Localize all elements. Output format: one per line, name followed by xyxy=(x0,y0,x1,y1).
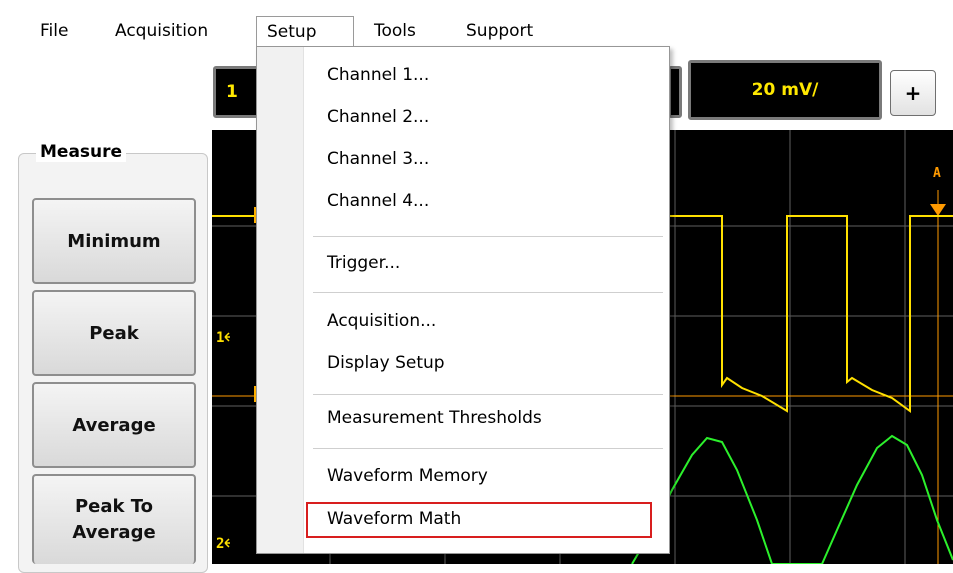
menu-separator xyxy=(313,394,663,396)
measure-panel-title: Measure xyxy=(36,142,127,162)
menu-setup[interactable]: Setup xyxy=(256,16,354,46)
menu-item-channel-4[interactable]: Channel 4... xyxy=(327,191,429,211)
measure-average-button[interactable]: Average xyxy=(32,382,196,468)
channel2-arrow-icon xyxy=(224,538,230,548)
trigger-marker-icon xyxy=(930,204,946,216)
vertical-scale-display[interactable]: 20 mV/ xyxy=(688,60,882,120)
measure-average-label: Average xyxy=(72,414,156,436)
menu-item-waveform-memory[interactable]: Waveform Memory xyxy=(327,466,488,486)
menu-separator xyxy=(313,292,663,294)
menu-separator xyxy=(313,236,663,238)
menu-separator xyxy=(313,448,663,450)
measure-peak-button[interactable]: Peak xyxy=(32,290,196,376)
menu-item-display-setup[interactable]: Display Setup xyxy=(327,353,445,373)
menu-item-channel-2[interactable]: Channel 2... xyxy=(327,107,429,127)
measure-peak-to-average-button[interactable]: Peak To Average xyxy=(32,474,196,564)
increase-scale-button[interactable]: + xyxy=(890,70,936,116)
channel1-arrow-icon xyxy=(224,332,230,342)
menu-item-channel-3[interactable]: Channel 3... xyxy=(327,149,429,169)
menu-acquisition[interactable]: Acquisition xyxy=(105,16,218,46)
setup-dropdown-menu: Channel 1... Channel 2... Channel 3... C… xyxy=(256,46,670,554)
menu-item-measurement-thresholds[interactable]: Measurement Thresholds xyxy=(327,408,542,428)
channel1-ground-marker: 1 xyxy=(216,330,224,346)
menu-tools[interactable]: Tools xyxy=(364,16,426,46)
channel2-ground-marker: 2 xyxy=(216,536,224,552)
menu-icon-gutter xyxy=(257,47,304,553)
cursor-top-label: A xyxy=(933,166,941,181)
menu-item-trigger[interactable]: Trigger... xyxy=(327,253,400,273)
channel-selector-label: 1 xyxy=(226,82,238,102)
measure-minimum-label: Minimum xyxy=(67,230,161,252)
plus-icon: + xyxy=(904,81,922,105)
measure-peak-label: Peak xyxy=(89,322,139,344)
menu-item-channel-1[interactable]: Channel 1... xyxy=(327,65,429,85)
measure-peak-to-average-label: Peak To Average xyxy=(72,496,156,543)
menu-support[interactable]: Support xyxy=(456,16,543,46)
measure-minimum-button[interactable]: Minimum xyxy=(32,198,196,284)
menu-file[interactable]: File xyxy=(30,16,78,46)
menu-bar: File Acquisition Setup Tools Support xyxy=(0,0,953,48)
toolbar-box-edge xyxy=(668,66,682,118)
menu-item-acquisition[interactable]: Acquisition... xyxy=(327,311,436,331)
waveform-math-highlight xyxy=(306,502,652,538)
vertical-scale-label: 20 mV/ xyxy=(751,80,819,100)
